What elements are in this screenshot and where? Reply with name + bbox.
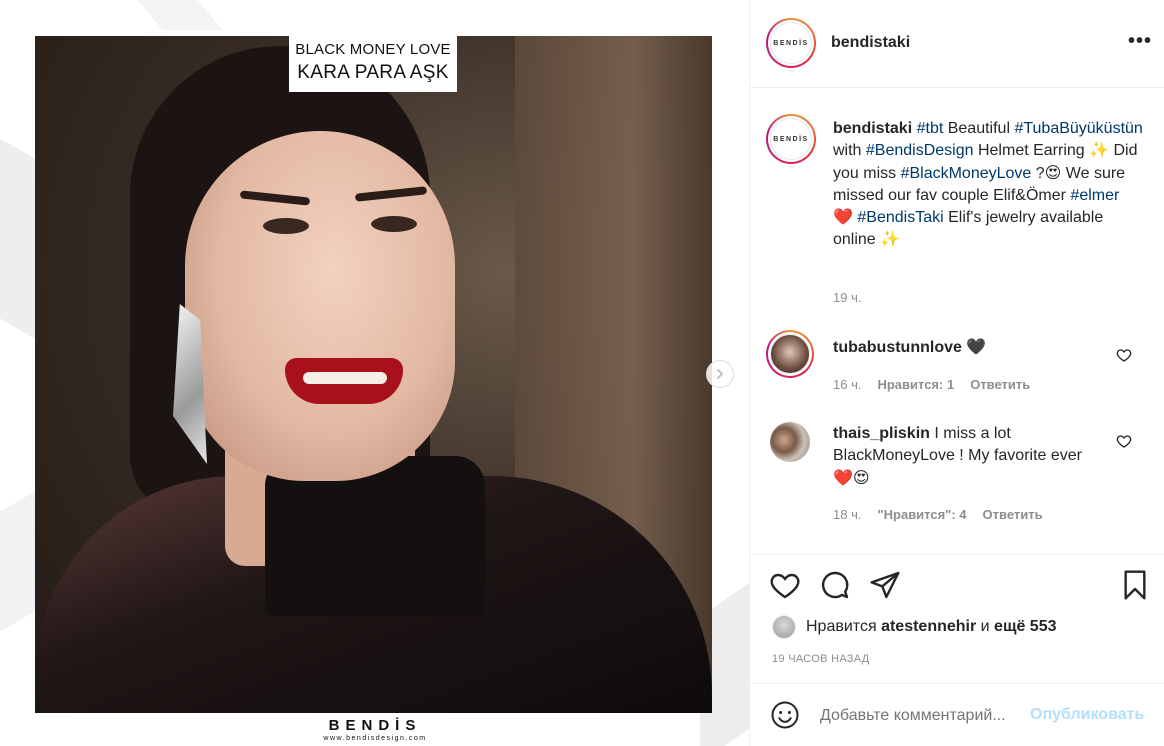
caption-fragment: ❤️ xyxy=(833,209,858,227)
header-username[interactable]: bendistaki xyxy=(831,34,910,52)
image-caption-line1: BLACK MONEY LOVE xyxy=(295,41,451,58)
caption-username[interactable]: bendistaki xyxy=(833,120,912,137)
post-media-area: BLACK MONEY LOVE KARA PARA AŞK BENDİS ww… xyxy=(0,0,749,746)
post-side-panel: BENDİS bendistaki ••• BENDİS bendistaki … xyxy=(749,0,1164,746)
comment-likes[interactable]: Нравится: 1 xyxy=(877,377,954,392)
image-caption-line2: KARA PARA AŞK xyxy=(297,62,449,83)
background-decoration xyxy=(0,138,40,342)
caption-text: bendistaki #tbt Beautiful #TubaBüyüküstü… xyxy=(833,118,1143,252)
brand-site-text: www.bendisdesign.com xyxy=(323,735,427,742)
comment-username[interactable]: thais_pliskin xyxy=(833,425,930,442)
caption-time[interactable]: 19 ч. xyxy=(833,290,861,305)
like-heart-icon[interactable] xyxy=(769,569,801,601)
photo-eye xyxy=(371,216,417,232)
comment-avatar[interactable] xyxy=(770,422,810,462)
post-header: BENDİS bendistaki ••• xyxy=(750,0,1164,88)
post-timestamp[interactable]: 19 ЧАСОВ НАЗАД xyxy=(772,653,870,665)
comment-body: 🖤 xyxy=(961,339,987,356)
caption-fragment: Beautiful xyxy=(943,120,1015,137)
hashtag-link[interactable]: #BendisDesign xyxy=(866,142,974,159)
hashtag-link[interactable]: #tbt xyxy=(917,120,944,137)
save-bookmark-icon[interactable] xyxy=(1119,569,1151,601)
hashtag-link[interactable]: #BendisTaki xyxy=(857,209,943,226)
caption-fragment: with xyxy=(833,142,866,160)
comment-meta: 16 ч. Нравится: 1 Ответить xyxy=(833,377,1030,392)
caption-avatar[interactable]: BENDİS xyxy=(766,114,816,164)
avatar-logo-text: BENDİS xyxy=(770,118,812,160)
chevron-right-icon xyxy=(717,369,724,379)
hashtag-link[interactable]: #BlackMoneyLove xyxy=(901,165,1032,182)
comment-text: tubabustunnlove 🖤 xyxy=(833,337,1113,359)
hashtag-link[interactable]: #TubaBüyüküstün xyxy=(1014,120,1142,137)
emoji-icon[interactable] xyxy=(770,700,800,730)
comment-text: thais_pliskin I miss a lot BlackMoneyLov… xyxy=(833,423,1098,490)
background-decoration xyxy=(137,0,223,30)
photo-teeth xyxy=(303,372,387,384)
post-photo[interactable] xyxy=(35,36,712,713)
reply-button[interactable]: Ответить xyxy=(970,377,1030,392)
brand-logo-text: BENDİS xyxy=(328,717,422,734)
comment-bubble-icon[interactable] xyxy=(819,569,851,601)
comment-avatar[interactable] xyxy=(766,330,814,378)
post-comment-button[interactable]: Опубликовать xyxy=(1030,706,1144,724)
share-send-icon[interactable] xyxy=(869,569,901,601)
heart-outline-icon[interactable] xyxy=(1116,433,1132,449)
likes-prefix: Нравится xyxy=(806,618,877,635)
background-decoration xyxy=(0,488,40,632)
comment-likes[interactable]: "Нравится": 4 xyxy=(877,507,966,522)
profile-avatar[interactable]: BENDİS xyxy=(766,18,816,68)
brand-logo: BENDİS www.bendisdesign.com xyxy=(300,718,450,744)
more-options-icon[interactable]: ••• xyxy=(1128,30,1152,53)
comment-time[interactable]: 16 ч. xyxy=(833,377,861,392)
comment-input[interactable] xyxy=(820,704,1025,728)
instagram-post-page: BLACK MONEY LOVE KARA PARA AŞK BENDİS ww… xyxy=(0,0,1164,746)
next-slide-button[interactable] xyxy=(706,360,734,388)
comment-time[interactable]: 18 ч. xyxy=(833,507,861,522)
comment-username[interactable]: tubabustunnlove xyxy=(833,339,962,356)
liker-username[interactable]: atestennehir xyxy=(881,618,976,636)
post-actions: Нравится atestennehir и ещё 553 19 ЧАСОВ… xyxy=(750,554,1164,678)
hashtag-link[interactable]: #elmer xyxy=(1070,187,1119,204)
photo-face xyxy=(185,131,455,481)
likes-middle: и xyxy=(980,618,990,635)
avatar-logo-text: BENDİS xyxy=(770,22,812,64)
heart-outline-icon[interactable] xyxy=(1116,347,1132,363)
likes-summary: Нравится atestennehir и ещё 553 xyxy=(772,615,1056,639)
comment-meta: 18 ч. "Нравится": 4 Ответить xyxy=(833,507,1043,522)
photo-eye xyxy=(263,218,309,234)
avatar-photo xyxy=(770,334,810,374)
liker-avatar[interactable] xyxy=(772,615,796,639)
likes-count[interactable]: ещё 553 xyxy=(994,618,1056,636)
add-comment-bar: Опубликовать xyxy=(750,683,1164,746)
comments-section: BENDİS bendistaki #tbt Beautiful #TubaBü… xyxy=(750,89,1164,555)
reply-button[interactable]: Ответить xyxy=(983,507,1043,522)
image-caption-box: BLACK MONEY LOVE KARA PARA AŞK xyxy=(289,36,457,92)
